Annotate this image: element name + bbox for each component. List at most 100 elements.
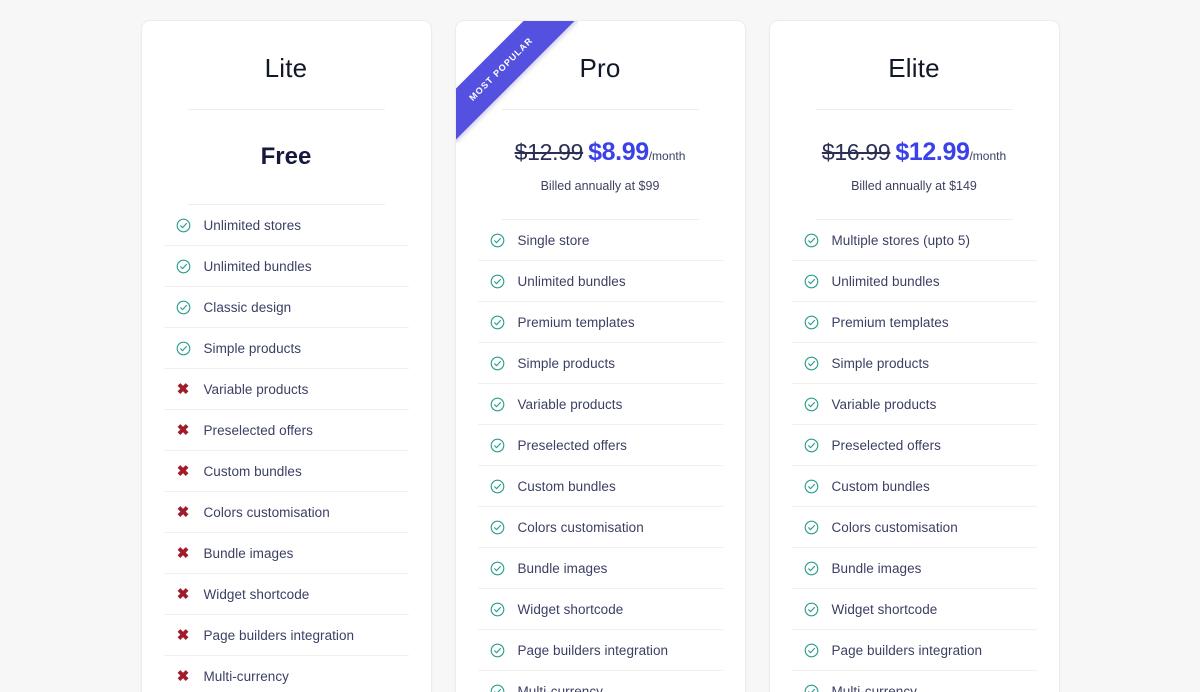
check-circle-icon: [490, 356, 505, 371]
feature-row: Preselected offers: [477, 425, 723, 466]
feature-label: Custom bundles: [831, 478, 930, 494]
plan-card-lite[interactable]: Lite Free Unlimited stores Unlimited bundle…: [140, 20, 432, 692]
plan-title: Elite: [888, 53, 940, 83]
check-circle-icon: [804, 561, 819, 576]
feature-row: Variable products: [477, 384, 723, 425]
price-period: /month: [969, 149, 1007, 163]
check-circle-icon: [176, 259, 191, 274]
cross-icon: ✖: [176, 503, 190, 521]
feature-list: Multiple stores (upto 5) Unlimited bundle…: [791, 220, 1037, 692]
feature-row: ✖ Colors customisation: [163, 492, 409, 533]
feature-label: Classic design: [203, 299, 292, 315]
feature-row: Colors customisation: [477, 507, 723, 548]
check-circle-icon: [490, 233, 505, 248]
feature-label: Multi-currency: [203, 668, 289, 684]
check-circle-icon: [490, 274, 505, 289]
feature-label: Premium templates: [517, 314, 635, 330]
check-circle-icon: [490, 315, 505, 330]
feature-label: Widget shortcode: [203, 586, 310, 602]
feature-label: Simple products: [517, 355, 616, 371]
feature-row: Premium templates: [477, 302, 723, 343]
check-circle-icon: [804, 397, 819, 412]
check-circle-icon: [490, 397, 505, 412]
check-circle-icon: [490, 561, 505, 576]
plan-card-pro[interactable]: MOST POPULAR Pro $12.99 $8.99/month Billed a…: [454, 20, 746, 692]
feature-row: ✖ Widget shortcode: [163, 574, 409, 615]
feature-row: Classic design: [163, 287, 409, 328]
feature-label: Variable products: [517, 396, 623, 412]
feature-label: Unlimited bundles: [517, 273, 626, 289]
feature-label: Page builders integration: [517, 642, 669, 658]
price-original: $16.99: [821, 139, 891, 165]
feature-row: Multi-currency: [478, 671, 723, 692]
cross-icon: ✖: [176, 667, 190, 685]
feature-row: Single store: [477, 220, 723, 261]
cross-icon: ✖: [176, 544, 190, 562]
feature-label: Preselected offers: [203, 422, 313, 438]
feature-row: Simple products: [477, 343, 723, 384]
price-line: $16.99 $12.99/month: [792, 136, 1037, 172]
check-circle-icon: [490, 643, 505, 658]
feature-row: ✖ Custom bundles: [163, 451, 409, 492]
feature-label: Premium templates: [831, 314, 949, 330]
feature-row: Widget shortcode: [791, 589, 1037, 630]
check-circle-icon: [176, 218, 191, 233]
feature-list: Unlimited stores Unlimited bundles Classic…: [163, 205, 409, 692]
check-circle-icon: [804, 520, 819, 535]
price-period: /month: [648, 149, 686, 163]
price-line: $12.99 $8.99/month: [478, 136, 723, 172]
feature-row: Premium templates: [791, 302, 1037, 343]
feature-row: Simple products: [163, 328, 409, 369]
feature-label: Simple products: [203, 340, 302, 356]
billing-note: Billed annually at $149: [851, 179, 977, 193]
feature-row: Custom bundles: [791, 466, 1037, 507]
feature-label: Page builders integration: [831, 642, 983, 658]
feature-row: ✖ Bundle images: [163, 533, 409, 574]
check-circle-icon: [804, 356, 819, 371]
feature-row: ✖ Page builders integration: [163, 615, 409, 656]
feature-row: Custom bundles: [477, 466, 723, 507]
price-block: $16.99 $12.99/month Billed annually at $14…: [792, 110, 1037, 219]
check-circle-icon: [176, 300, 191, 315]
feature-row: ✖ Multi-currency: [164, 656, 409, 692]
check-circle-icon: [804, 684, 819, 692]
price-free-label: Free: [260, 143, 312, 170]
feature-row: Unlimited bundles: [477, 261, 723, 302]
feature-row: Page builders integration: [791, 630, 1037, 671]
feature-label: Custom bundles: [517, 478, 616, 494]
feature-row: Bundle images: [477, 548, 723, 589]
cross-icon: ✖: [176, 421, 190, 439]
check-circle-icon: [490, 438, 505, 453]
feature-row: Page builders integration: [477, 630, 723, 671]
cross-icon: ✖: [176, 626, 190, 644]
billing-note: Billed annually at $99: [540, 179, 660, 193]
feature-row: ✖ Variable products: [163, 369, 409, 410]
feature-label: Widget shortcode: [831, 601, 938, 617]
price-block: Free: [164, 110, 409, 204]
check-circle-icon: [804, 274, 819, 289]
plan-card-elite[interactable]: Elite $16.99 $12.99/month Billed annually a…: [768, 20, 1060, 692]
check-circle-icon: [804, 315, 819, 330]
feature-label: Multiple stores (upto 5): [831, 232, 971, 248]
feature-row: Colors customisation: [791, 507, 1037, 548]
feature-row: Unlimited bundles: [163, 246, 409, 287]
check-circle-icon: [804, 233, 819, 248]
feature-label: Multi-currency: [517, 683, 603, 692]
price-discounted: $8.99: [588, 138, 649, 166]
check-circle-icon: [176, 341, 191, 356]
plan-title: Lite: [264, 53, 308, 83]
feature-label: Widget shortcode: [517, 601, 624, 617]
cross-icon: ✖: [176, 380, 190, 398]
check-circle-icon: [490, 602, 505, 617]
feature-label: Single store: [517, 232, 590, 248]
feature-label: Unlimited stores: [203, 217, 302, 233]
feature-row: Bundle images: [791, 548, 1037, 589]
feature-label: Bundle images: [203, 545, 294, 561]
price-discounted: $12.99: [895, 138, 970, 166]
feature-row: Variable products: [791, 384, 1037, 425]
feature-row: Unlimited stores: [163, 205, 409, 246]
feature-label: Simple products: [831, 355, 930, 371]
feature-row: Multi-currency: [792, 671, 1037, 692]
feature-row: Multiple stores (upto 5): [791, 220, 1037, 261]
feature-row: ✖ Preselected offers: [163, 410, 409, 451]
